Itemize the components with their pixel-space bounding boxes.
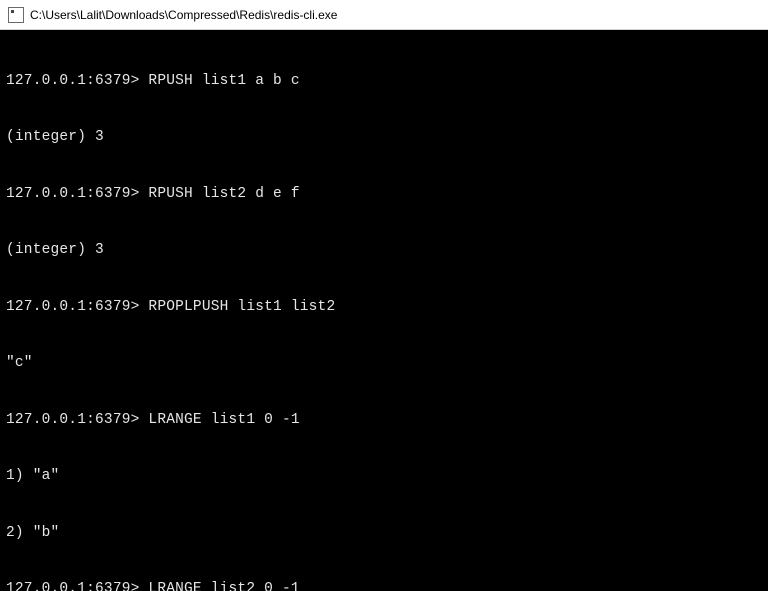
terminal-icon (8, 7, 24, 23)
app-window: C:\Users\Lalit\Downloads\Compressed\Redi… (0, 0, 768, 591)
window-title: C:\Users\Lalit\Downloads\Compressed\Redi… (30, 8, 337, 22)
terminal-output[interactable]: 127.0.0.1:6379> RPUSH list1 a b c (integ… (0, 30, 768, 591)
terminal-line: "c" (6, 354, 762, 373)
terminal-line: (integer) 3 (6, 128, 762, 147)
terminal-line: 127.0.0.1:6379> LRANGE list2 0 -1 (6, 580, 762, 591)
terminal-line: 2) "b" (6, 524, 762, 543)
terminal-line: 127.0.0.1:6379> RPUSH list1 a b c (6, 72, 762, 91)
terminal-line: (integer) 3 (6, 241, 762, 260)
terminal-line: 127.0.0.1:6379> RPUSH list2 d e f (6, 185, 762, 204)
terminal-line: 127.0.0.1:6379> LRANGE list1 0 -1 (6, 411, 762, 430)
title-bar[interactable]: C:\Users\Lalit\Downloads\Compressed\Redi… (0, 0, 768, 30)
terminal-line: 127.0.0.1:6379> RPOPLPUSH list1 list2 (6, 298, 762, 317)
terminal-line: 1) "a" (6, 467, 762, 486)
